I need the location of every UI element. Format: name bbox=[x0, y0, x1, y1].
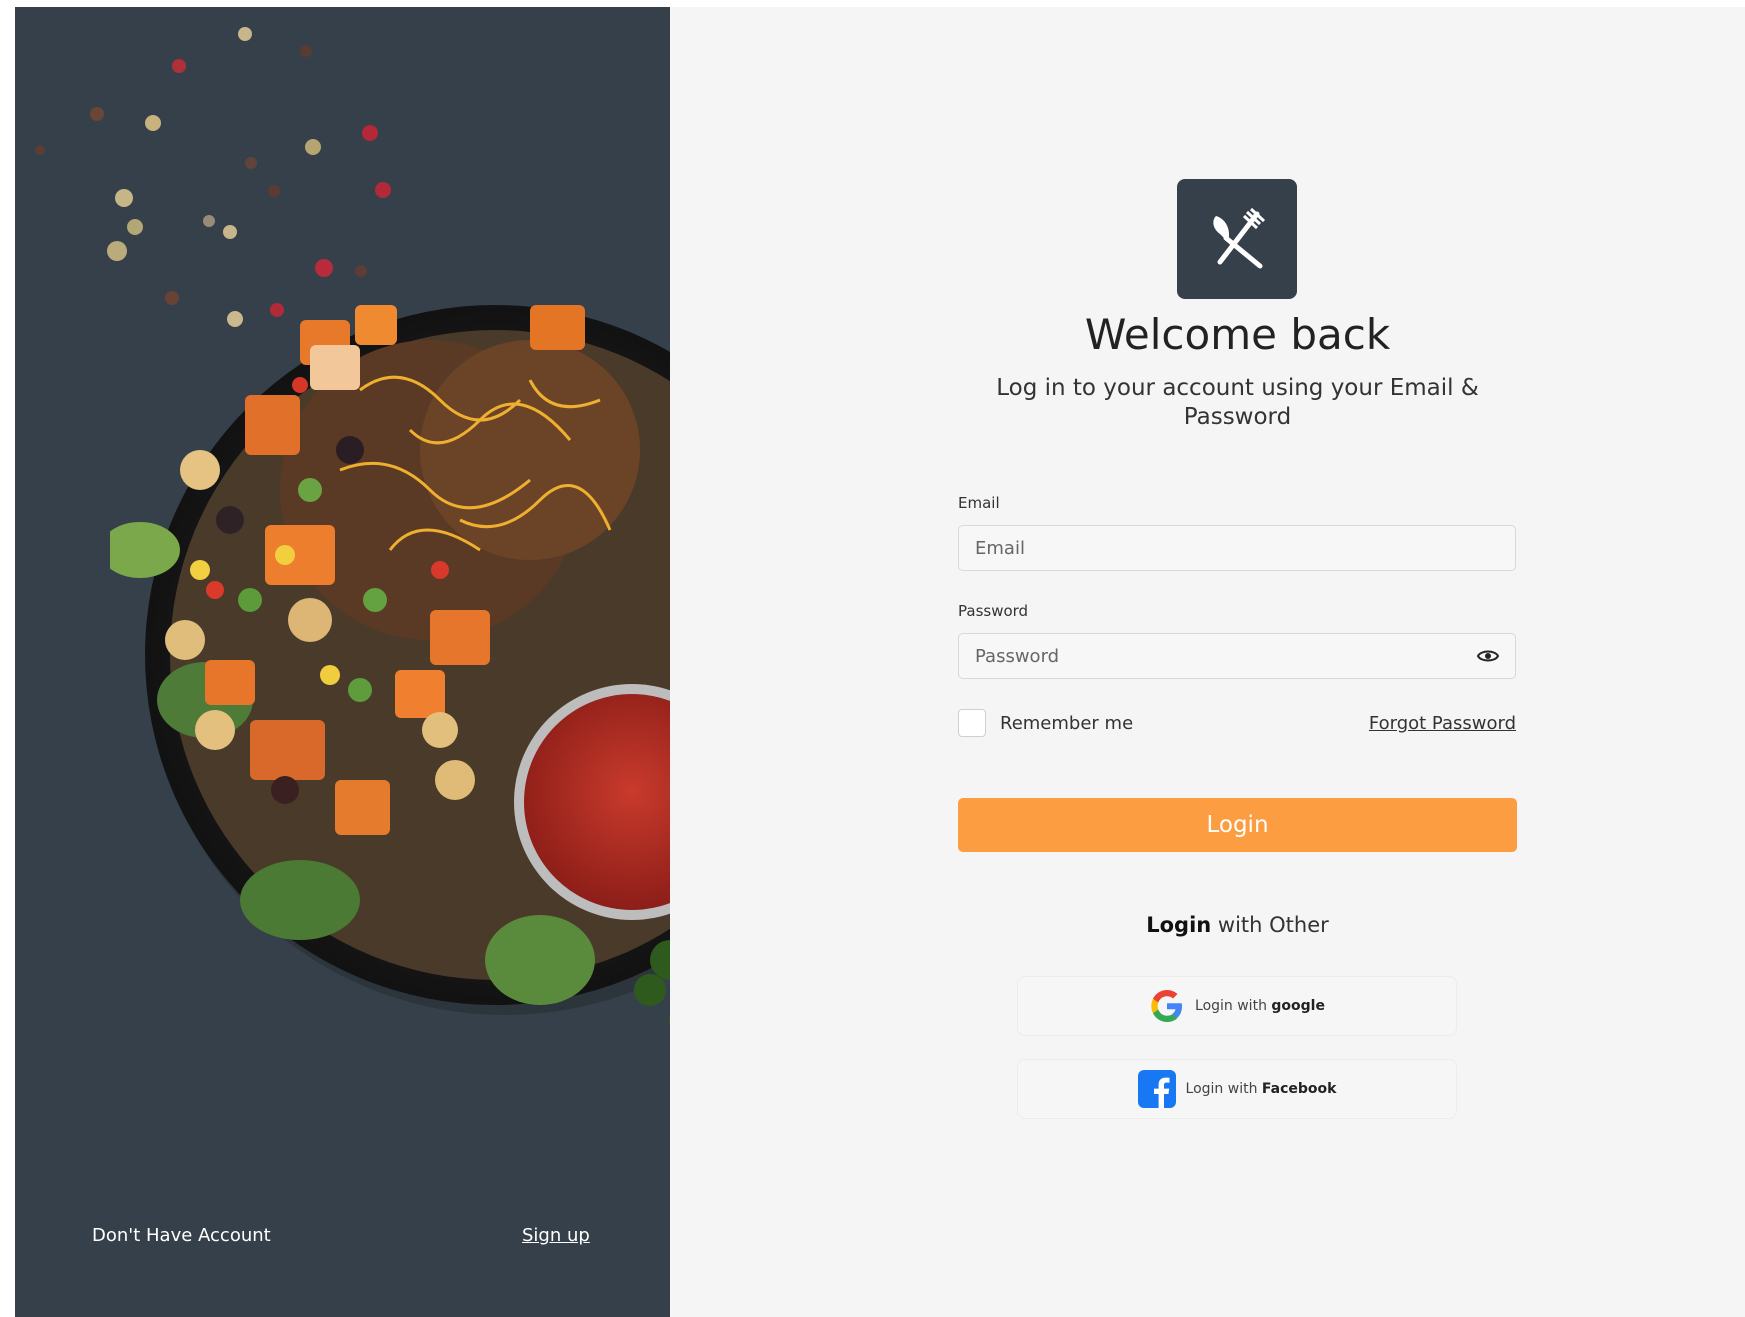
facebook-login-button[interactable]: Login with Facebook bbox=[1017, 1059, 1457, 1119]
utensils-icon bbox=[1213, 207, 1266, 269]
email-label: Email bbox=[958, 494, 1000, 512]
password-label: Password bbox=[958, 602, 1029, 620]
google-icon bbox=[1151, 990, 1183, 1022]
facebook-login-prefix: Login with bbox=[1185, 1081, 1262, 1097]
eye-icon[interactable] bbox=[1476, 644, 1500, 668]
signup-link[interactable]: Sign up bbox=[522, 1225, 590, 1246]
forgot-password-link[interactable]: Forgot Password bbox=[1369, 713, 1516, 734]
email-field[interactable] bbox=[958, 525, 1516, 571]
facebook-login-label: Login with Facebook bbox=[1186, 1081, 1337, 1097]
facebook-icon bbox=[1137, 1070, 1176, 1108]
login-with-other-bold: Login bbox=[1146, 913, 1212, 937]
page-title: Welcome back bbox=[1084, 310, 1391, 359]
page-subtitle: Log in to your account using your Email … bbox=[996, 375, 1479, 430]
login-button[interactable]: Login bbox=[958, 798, 1517, 852]
google-brand-text: google bbox=[1271, 998, 1325, 1014]
google-login-button[interactable]: Login with google bbox=[1017, 976, 1457, 1036]
facebook-brand-text: Facebook bbox=[1261, 1081, 1337, 1097]
google-login-label: Login with google bbox=[1195, 998, 1325, 1014]
login-with-other-heading: Login with Other bbox=[910, 913, 1565, 937]
remember-me-label: Remember me bbox=[1000, 713, 1134, 734]
no-account-text: Don't Have Account bbox=[92, 1225, 271, 1246]
app-logo bbox=[1177, 179, 1297, 299]
remember-me-checkbox[interactable] bbox=[958, 709, 986, 737]
password-field[interactable] bbox=[958, 633, 1516, 679]
google-login-prefix: Login with bbox=[1195, 998, 1272, 1014]
login-with-other-rest: with Other bbox=[1211, 913, 1329, 937]
